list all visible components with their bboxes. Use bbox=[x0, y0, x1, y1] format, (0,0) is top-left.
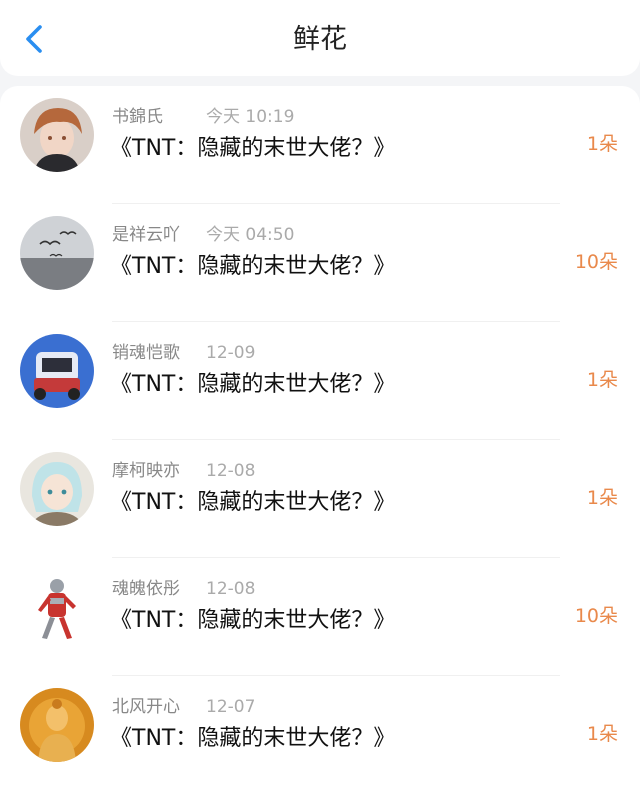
timestamp: 12-08 bbox=[206, 461, 256, 481]
list-item[interactable]: 书錦氏 今天 10:19 《TNT：隐藏的末世大佬？》 1朵 bbox=[0, 86, 640, 204]
flower-count: 1朵 bbox=[586, 487, 618, 509]
flower-count: 1朵 bbox=[586, 369, 618, 391]
birds-sky-avatar[interactable] bbox=[20, 216, 94, 290]
top-bar: 鲜花 bbox=[0, 0, 640, 76]
timestamp: 12-09 bbox=[206, 343, 256, 363]
list-item[interactable]: 摩柯映亦 12-08 《TNT：隐藏的末世大佬？》 1朵 bbox=[0, 440, 640, 558]
book-title[interactable]: 《TNT：隐藏的末世大佬？》 bbox=[110, 488, 395, 518]
book-title[interactable]: 《TNT：隐藏的末世大佬？》 bbox=[110, 370, 395, 400]
book-title[interactable]: 《TNT：隐藏的末世大佬？》 bbox=[110, 252, 395, 282]
book-title[interactable]: 《TNT：隐藏的末世大佬？》 bbox=[110, 724, 395, 754]
list-item[interactable]: 魂魄依彤 12-08 《TNT：隐藏的末世大佬？》 10朵 bbox=[0, 558, 640, 676]
hero-figure-avatar[interactable] bbox=[20, 570, 94, 644]
list-item[interactable]: 销魂恺歌 12-09 《TNT：隐藏的末世大佬？》 1朵 bbox=[0, 322, 640, 440]
book-title[interactable]: 《TNT：隐藏的末世大佬？》 bbox=[110, 606, 395, 636]
anime-girl-avatar[interactable] bbox=[20, 452, 94, 526]
book-title[interactable]: 《TNT：隐藏的末世大佬？》 bbox=[110, 134, 395, 164]
toy-car-avatar[interactable] bbox=[20, 334, 94, 408]
flower-count: 10朵 bbox=[574, 605, 618, 627]
timestamp: 今天 04:50 bbox=[206, 225, 295, 245]
user-name[interactable]: 销魂恺歌 bbox=[112, 342, 180, 364]
page-title: 鲜花 bbox=[293, 24, 347, 55]
list-item[interactable]: 北风开心 12-07 《TNT：隐藏的末世大佬？》 1朵 bbox=[0, 676, 640, 794]
user-name[interactable]: 北风开心 bbox=[112, 696, 180, 718]
buddha-statue-avatar[interactable] bbox=[20, 688, 94, 762]
flower-count: 1朵 bbox=[586, 133, 618, 155]
flower-count: 1朵 bbox=[586, 723, 618, 745]
timestamp: 12-08 bbox=[206, 579, 256, 599]
timestamp: 12-07 bbox=[206, 697, 256, 717]
anime-boy-avatar[interactable] bbox=[20, 98, 94, 172]
user-name[interactable]: 书錦氏 bbox=[112, 106, 163, 128]
timestamp: 今天 10:19 bbox=[206, 107, 295, 127]
list-item[interactable]: 是祥云吖 今天 04:50 《TNT：隐藏的末世大佬？》 10朵 bbox=[0, 204, 640, 322]
flower-list: 书錦氏 今天 10:19 《TNT：隐藏的末世大佬？》 1朵 是祥云吖 今天 0… bbox=[0, 86, 640, 806]
user-name[interactable]: 魂魄依彤 bbox=[112, 578, 180, 600]
user-name[interactable]: 是祥云吖 bbox=[112, 224, 180, 246]
user-name[interactable]: 摩柯映亦 bbox=[112, 460, 180, 482]
flower-count: 10朵 bbox=[574, 251, 618, 273]
